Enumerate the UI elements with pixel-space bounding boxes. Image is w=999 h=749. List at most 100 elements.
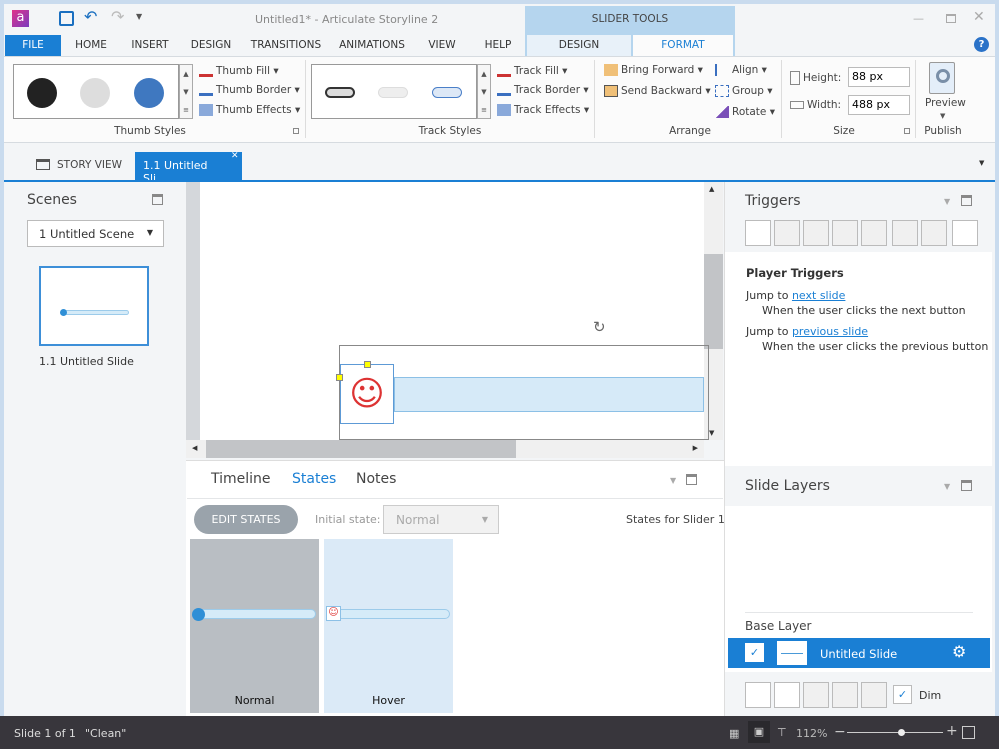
thumb-fill-button[interactable]: Thumb Fill ▾ xyxy=(199,65,279,77)
new-trigger-button[interactable] xyxy=(745,220,771,246)
layer-visible-checkbox[interactable]: ✓ xyxy=(745,643,764,662)
track-effects-button[interactable]: Track Effects ▾ xyxy=(497,104,589,116)
state-hover[interactable]: ☺ Hover xyxy=(324,539,453,713)
help-icon[interactable]: ? xyxy=(974,37,989,52)
copy-layer-button[interactable] xyxy=(803,682,829,708)
tab-states[interactable]: States xyxy=(292,471,336,487)
group-button[interactable]: Group ▾ xyxy=(715,85,773,97)
rotate-button[interactable]: Rotate ▾ xyxy=(715,106,775,118)
customize-qat-icon[interactable]: ▼ xyxy=(136,12,142,21)
track-border-button[interactable]: Track Border ▾ xyxy=(497,84,589,96)
send-backward-button[interactable]: Send Backward ▾ xyxy=(604,85,711,97)
gear-icon[interactable]: ⚙ xyxy=(952,642,966,661)
thumb-style-blue[interactable] xyxy=(134,78,164,108)
tab-animations[interactable]: ANIMATIONS xyxy=(334,35,410,56)
trigger-target-link[interactable]: next slide xyxy=(792,289,845,302)
panel-menu-icon[interactable]: ▼ xyxy=(944,197,950,206)
track-style-dark[interactable] xyxy=(325,87,355,98)
tab-home[interactable]: HOME xyxy=(66,35,116,56)
tab-design[interactable]: DESIGN xyxy=(186,35,236,56)
tab-view[interactable]: VIEW xyxy=(422,35,462,56)
copy-trigger-button[interactable] xyxy=(803,220,829,246)
save-icon[interactable] xyxy=(59,11,74,26)
zoom-in-button[interactable]: + xyxy=(946,723,958,739)
thumb-styles-gallery[interactable] xyxy=(13,64,179,119)
thumb-styles-launcher[interactable] xyxy=(293,128,299,134)
paste-layer-button[interactable] xyxy=(832,682,858,708)
resize-handle[interactable] xyxy=(364,361,371,368)
tab-help[interactable]: HELP xyxy=(478,35,518,56)
tab-transitions[interactable]: TRANSITIONS xyxy=(247,35,325,56)
duplicate-layer-button[interactable] xyxy=(774,682,800,708)
panel-float-icon[interactable] xyxy=(152,194,163,205)
tab-file[interactable]: FILE xyxy=(5,35,61,56)
zoom-slider[interactable] xyxy=(847,729,943,736)
thumb-style-black[interactable] xyxy=(27,78,57,108)
height-input[interactable]: 88 px xyxy=(848,67,910,87)
minimize-button[interactable]: — xyxy=(913,12,924,25)
size-launcher[interactable] xyxy=(904,128,910,134)
trigger-window-button[interactable] xyxy=(952,220,978,246)
panel-float-icon[interactable] xyxy=(961,480,972,491)
tab-notes[interactable]: Notes xyxy=(356,471,396,487)
slide-tab[interactable]: 1.1 Untitled Sli... xyxy=(135,152,242,185)
fit-to-window-icon[interactable] xyxy=(962,726,975,739)
rotate-handle-icon[interactable]: ↻ xyxy=(593,318,606,336)
tab-timeline[interactable]: Timeline xyxy=(211,471,271,487)
preview-button[interactable]: Preview xyxy=(925,97,966,109)
panel-menu-icon[interactable]: ▼ xyxy=(670,476,676,485)
resize-handle[interactable] xyxy=(336,374,343,381)
paste-trigger-button[interactable] xyxy=(832,220,858,246)
horizontal-scrollbar[interactable]: ◀ ▶ xyxy=(186,440,704,458)
delete-layer-button[interactable] xyxy=(861,682,887,708)
trigger-item[interactable]: Jump to previous slide xyxy=(746,325,868,338)
preview-icon[interactable] xyxy=(929,62,955,94)
tab-list-dropdown[interactable]: ▼ xyxy=(979,159,984,167)
panel-menu-icon[interactable]: ▼ xyxy=(944,482,950,491)
trigger-target-link[interactable]: previous slide xyxy=(792,325,868,338)
player-triggers-heading: Player Triggers xyxy=(746,266,844,280)
slide-preview-icon[interactable]: ⊤ xyxy=(777,726,787,739)
move-down-button[interactable] xyxy=(921,220,947,246)
scene-select[interactable]: 1 Untitled Scene ▼ xyxy=(27,220,164,247)
edit-states-button[interactable]: EDIT STATES xyxy=(194,505,298,534)
edit-trigger-button[interactable] xyxy=(774,220,800,246)
maximize-button[interactable] xyxy=(946,14,956,23)
divider xyxy=(745,612,973,613)
gallery-scroll[interactable]: ▲ ▼ ≡ xyxy=(477,64,491,119)
tab-insert[interactable]: INSERT xyxy=(124,35,176,56)
thumb-style-gray[interactable] xyxy=(80,78,110,108)
slide-thumbnail[interactable] xyxy=(39,266,149,346)
slider-thumb-image[interactable]: ☺ xyxy=(340,364,394,424)
gallery-scroll[interactable]: ▲ ▼ ≡ xyxy=(179,64,193,119)
tab-slider-format[interactable]: FORMAT xyxy=(633,35,733,57)
state-normal[interactable]: Normal xyxy=(190,539,319,713)
zoom-slider-thumb[interactable] xyxy=(897,729,905,736)
normal-view-icon[interactable]: ▣ xyxy=(748,721,770,743)
dim-checkbox[interactable]: ✓ xyxy=(893,685,912,704)
slider-track[interactable] xyxy=(394,377,704,412)
zoom-out-button[interactable]: − xyxy=(834,724,846,740)
delete-trigger-button[interactable] xyxy=(861,220,887,246)
move-up-button[interactable] xyxy=(892,220,918,246)
trigger-item[interactable]: Jump to next slide xyxy=(746,289,845,302)
align-button[interactable]: Align ▾ xyxy=(715,64,767,76)
width-input[interactable]: 488 px xyxy=(848,95,910,115)
track-styles-gallery[interactable] xyxy=(311,64,477,119)
track-style-blue[interactable] xyxy=(432,87,462,98)
track-style-light[interactable] xyxy=(378,87,408,98)
panel-float-icon[interactable] xyxy=(961,195,972,206)
slide-thumbnail-label: 1.1 Untitled Slide xyxy=(39,355,134,368)
thumb-border-button[interactable]: Thumb Border ▾ xyxy=(199,84,300,96)
story-view-tab[interactable]: STORY VIEW xyxy=(57,159,122,171)
story-view-icon[interactable]: ▦ xyxy=(729,727,739,740)
bring-forward-button[interactable]: Bring Forward ▾ xyxy=(604,64,703,76)
track-fill-button[interactable]: Track Fill ▾ xyxy=(497,65,567,77)
close-tab-icon[interactable]: ✕ xyxy=(231,151,239,161)
close-button[interactable]: ✕ xyxy=(973,9,985,25)
tab-slider-design[interactable]: DESIGN xyxy=(527,35,631,56)
undo-icon[interactable]: ↶ xyxy=(84,7,97,26)
new-layer-button[interactable] xyxy=(745,682,771,708)
panel-float-icon[interactable] xyxy=(686,474,697,485)
thumb-effects-button[interactable]: Thumb Effects ▾ xyxy=(199,104,300,116)
